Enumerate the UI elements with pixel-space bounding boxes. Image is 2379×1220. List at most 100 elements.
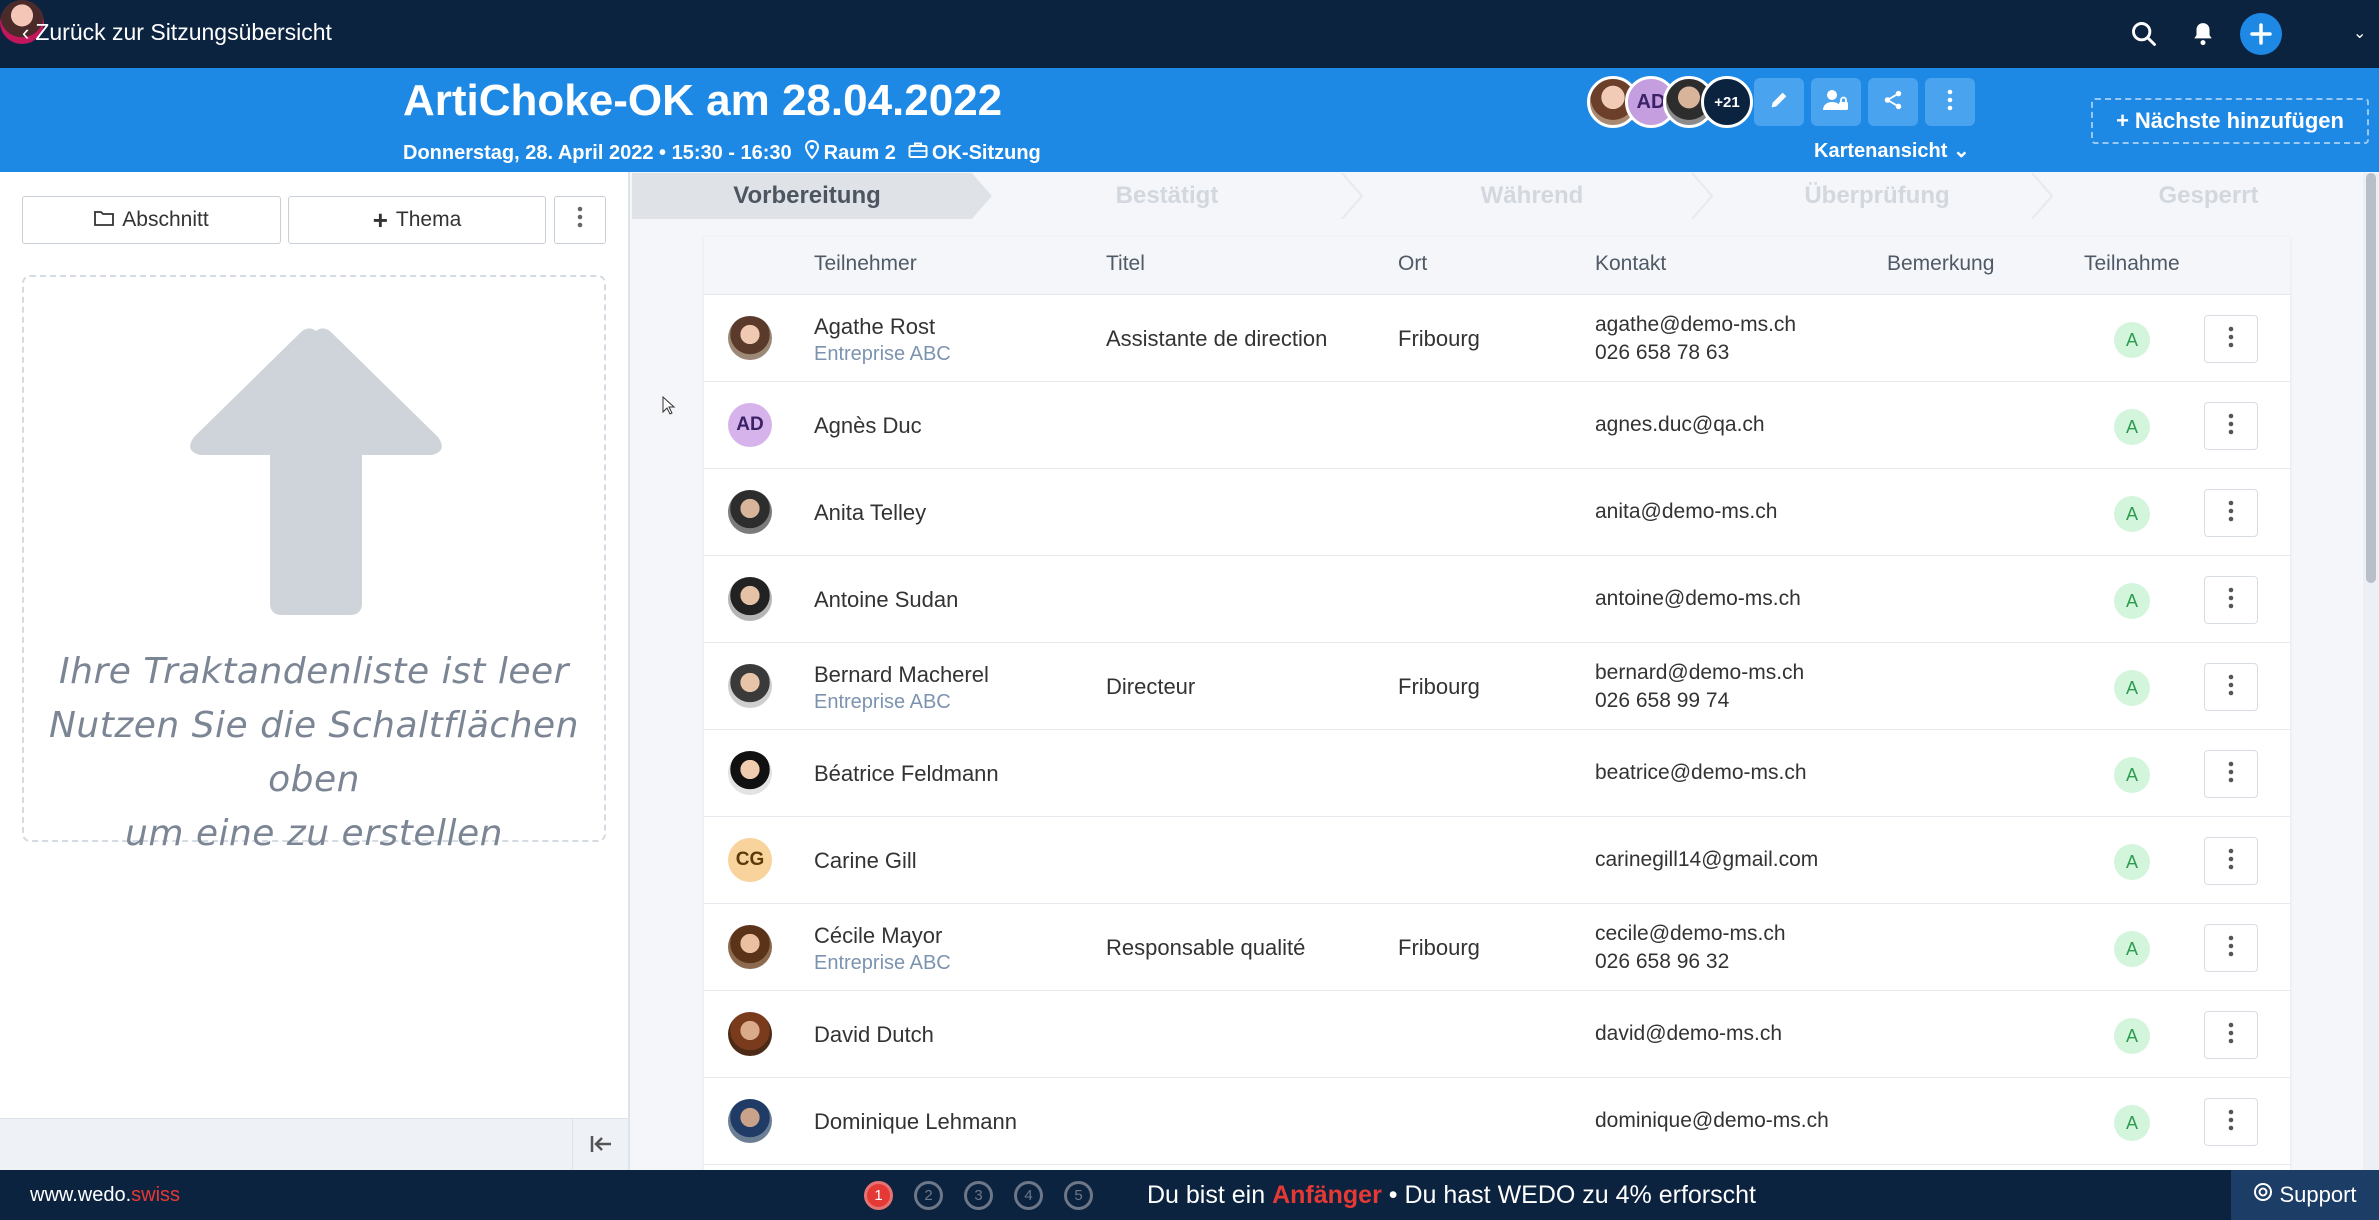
scrollbar-thumb[interactable] xyxy=(2366,173,2376,583)
edit-button[interactable] xyxy=(1754,78,1804,126)
row-more-button[interactable] xyxy=(2204,750,2258,798)
row-more-button[interactable] xyxy=(2204,315,2258,363)
progress-step[interactable]: 2 xyxy=(914,1181,943,1210)
view-selector[interactable]: Kartenansicht ⌄ xyxy=(1814,138,1970,163)
participant-name[interactable]: Antoine Sudan xyxy=(814,587,958,613)
participant-name[interactable]: Carine Gill xyxy=(814,848,917,874)
participant-email[interactable]: agathe@demo-ms.ch xyxy=(1595,313,1796,337)
participation-status-badge[interactable]: A xyxy=(2114,1105,2150,1141)
participant-phone[interactable]: 026 658 99 74 xyxy=(1595,689,1729,713)
participation-status-badge[interactable]: A xyxy=(2114,931,2150,967)
table-row[interactable]: Dominique Lehmann dominique@demo-ms.ch A xyxy=(704,1078,2290,1165)
agenda-more-button[interactable] xyxy=(554,196,606,244)
participation-status-badge[interactable]: A xyxy=(2114,844,2150,880)
table-row[interactable]: Béatrice Feldmann beatrice@demo-ms.ch A xyxy=(704,730,2290,817)
share-icon xyxy=(1882,89,1904,116)
participation-status-badge[interactable]: A xyxy=(2114,322,2150,358)
column-header-remark[interactable]: Bemerkung xyxy=(1887,252,1994,276)
participant-name[interactable]: Cécile Mayor xyxy=(814,923,942,949)
participant-name[interactable]: Béatrice Feldmann xyxy=(814,761,999,787)
back-to-overview-link[interactable]: ‹ Zurück zur Sitzungsübersicht xyxy=(22,19,332,46)
column-header-participant[interactable]: Teilnehmer xyxy=(814,252,917,276)
bell-icon[interactable] xyxy=(2185,16,2221,52)
table-row[interactable]: Agathe Rost Entreprise ABC Assistante de d… xyxy=(704,295,2290,382)
chevron-down-icon[interactable]: ⌄ xyxy=(2353,23,2366,43)
add-next-meeting-button[interactable]: + Nächste hinzufügen xyxy=(2091,98,2369,144)
table-row[interactable]: David Dutch david@demo-ms.ch A xyxy=(704,991,2290,1078)
vertical-dots-icon xyxy=(2228,1022,2234,1049)
participant-name[interactable]: David Dutch xyxy=(814,1022,934,1048)
row-more-button[interactable] xyxy=(2204,924,2258,972)
table-row[interactable]: Bernard Macherel Entreprise ABC Directeur F… xyxy=(704,643,2290,730)
participant-email[interactable]: bernard@demo-ms.ch xyxy=(1595,661,1804,685)
column-header-location[interactable]: Ort xyxy=(1398,252,1427,276)
participant-email[interactable]: carinegill14@gmail.com xyxy=(1595,848,1818,872)
vertical-dots-icon xyxy=(577,206,583,234)
table-row[interactable]: AD Agnès Duc agnes.duc@qa.ch A xyxy=(704,382,2290,469)
participant-avatars[interactable]: AD +21 xyxy=(1587,76,1753,128)
participant-name[interactable]: Dominique Lehmann xyxy=(814,1109,1017,1135)
participant-name[interactable]: Agathe Rost xyxy=(814,314,935,340)
participant-name[interactable]: Bernard Macherel xyxy=(814,662,989,688)
participant-email[interactable]: beatrice@demo-ms.ch xyxy=(1595,761,1807,785)
participant-email[interactable]: anita@demo-ms.ch xyxy=(1595,500,1777,524)
row-more-button[interactable] xyxy=(2204,1098,2258,1146)
row-more-button[interactable] xyxy=(2204,576,2258,624)
briefcase-icon xyxy=(908,141,928,165)
meeting-type: OK-Sitzung xyxy=(931,141,1041,164)
brand-link[interactable]: www.wedo.swiss xyxy=(30,1184,180,1207)
participation-status-badge[interactable]: A xyxy=(2114,757,2150,793)
more-participants-badge[interactable]: +21 xyxy=(1701,76,1753,128)
participant-email[interactable]: antoine@demo-ms.ch xyxy=(1595,587,1801,611)
more-options-button[interactable] xyxy=(1925,78,1975,126)
progress-step[interactable]: 4 xyxy=(1014,1181,1043,1210)
participant-name[interactable]: Anita Telley xyxy=(814,500,926,526)
scrollbar[interactable] xyxy=(2363,173,2379,1170)
participant-email[interactable]: david@demo-ms.ch xyxy=(1595,1022,1782,1046)
participant-email[interactable]: agnes.duc@qa.ch xyxy=(1595,413,1765,437)
share-button[interactable] xyxy=(1868,78,1918,126)
participation-status-badge[interactable]: A xyxy=(2114,583,2150,619)
stage-confirmed[interactable]: Bestätigt xyxy=(992,173,1342,219)
add-section-button[interactable]: Abschnitt xyxy=(22,196,281,244)
stage-preparation[interactable]: Vorbereitung xyxy=(632,173,982,219)
row-more-button[interactable] xyxy=(2204,663,2258,711)
row-more-button[interactable] xyxy=(2204,1011,2258,1059)
collapse-panel-button[interactable] xyxy=(572,1119,628,1173)
participant-email[interactable]: cecile@demo-ms.ch xyxy=(1595,922,1786,946)
table-row[interactable]: Cécile Mayor Entreprise ABC Responsable qu… xyxy=(704,904,2290,991)
progress-step[interactable]: 5 xyxy=(1064,1181,1093,1210)
participation-status-badge[interactable]: A xyxy=(2114,409,2150,445)
search-icon[interactable] xyxy=(2126,16,2162,52)
stage-during[interactable]: Während xyxy=(1362,173,1702,219)
participant-phone[interactable]: 026 658 96 32 xyxy=(1595,950,1729,974)
stage-locked[interactable]: Gesperrt xyxy=(2052,173,2365,219)
participant-name[interactable]: Agnès Duc xyxy=(814,413,922,439)
vertical-dots-icon xyxy=(2228,587,2234,614)
progress-prefix: Du bist ein xyxy=(1147,1181,1266,1209)
participant-phone[interactable]: 026 658 78 63 xyxy=(1595,341,1729,365)
participant-title: Responsable qualité xyxy=(1106,935,1306,960)
table-row[interactable]: Anita Telley anita@demo-ms.ch A xyxy=(704,469,2290,556)
add-plus-icon[interactable] xyxy=(2240,13,2282,55)
column-header-contact[interactable]: Kontakt xyxy=(1595,252,1666,276)
table-row[interactable]: Antoine Sudan antoine@demo-ms.ch A xyxy=(704,556,2290,643)
participant-email[interactable]: dominique@demo-ms.ch xyxy=(1595,1109,1829,1133)
column-header-participation[interactable]: Teilnahme xyxy=(2084,252,2180,276)
table-row[interactable]: CG Carine Gill carinegill14@gmail.com A xyxy=(704,817,2290,904)
vertical-dots-icon xyxy=(2228,326,2234,353)
progress-step[interactable]: 1 xyxy=(864,1181,893,1210)
participation-status-badge[interactable]: A xyxy=(2114,670,2150,706)
row-more-button[interactable] xyxy=(2204,837,2258,885)
row-more-button[interactable] xyxy=(2204,402,2258,450)
row-more-button[interactable] xyxy=(2204,489,2258,537)
participation-status-badge[interactable]: A xyxy=(2114,1018,2150,1054)
stage-review[interactable]: Überprüfung xyxy=(1712,173,2042,219)
vertical-dots-icon xyxy=(1947,89,1953,116)
add-topic-button[interactable]: + Thema xyxy=(288,196,546,244)
support-button[interactable]: Support xyxy=(2231,1170,2379,1220)
column-header-title[interactable]: Titel xyxy=(1106,252,1145,276)
progress-step[interactable]: 3 xyxy=(964,1181,993,1210)
manage-participants-button[interactable] xyxy=(1811,78,1861,126)
participation-status-badge[interactable]: A xyxy=(2114,496,2150,532)
